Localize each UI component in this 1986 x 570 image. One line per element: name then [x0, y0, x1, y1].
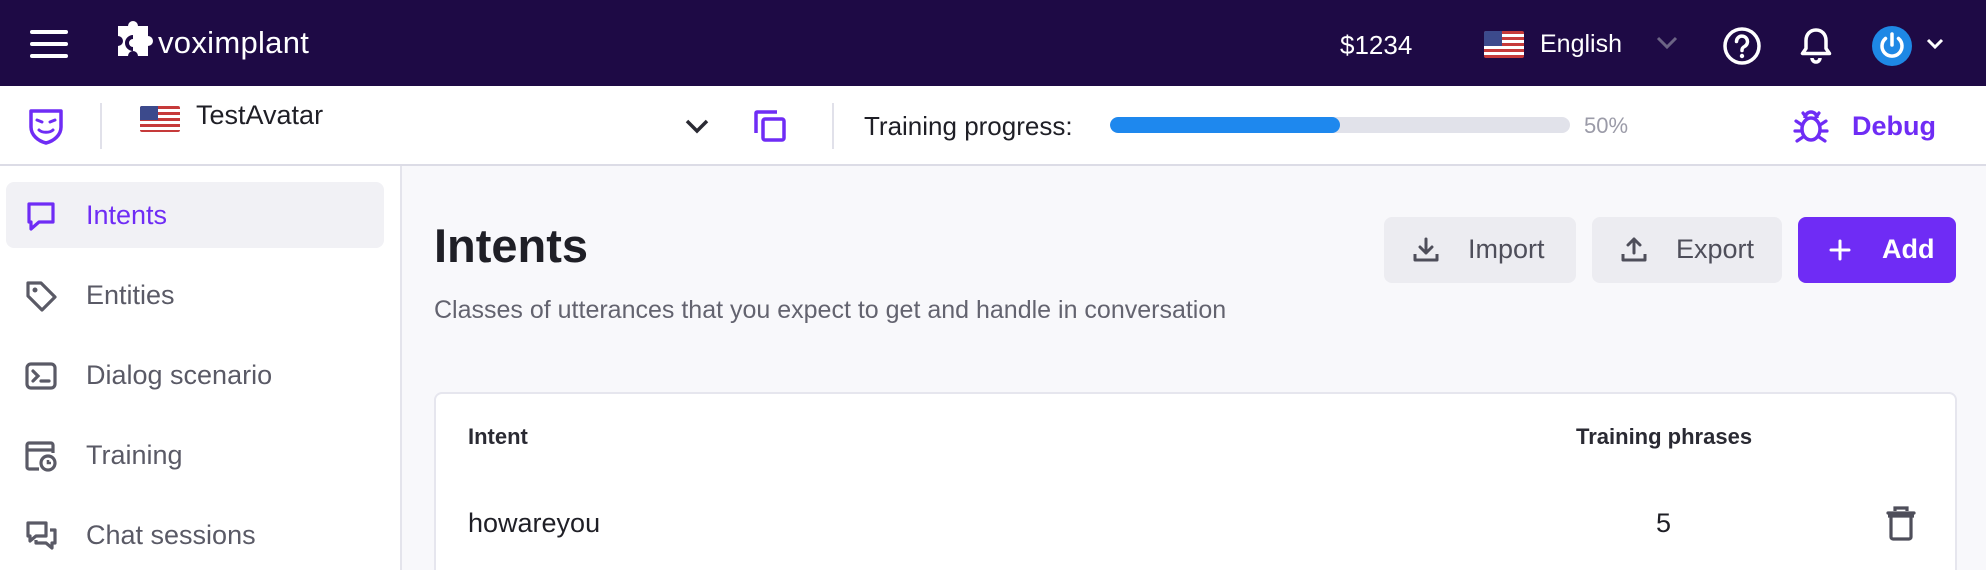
upload-icon — [1621, 237, 1647, 262]
top-bar: voximplant $1234 English — [0, 0, 1986, 86]
column-header-training-phrases[interactable]: Training phrases — [1576, 424, 1752, 450]
sidebar: Intents Entities Dialog scenario Trainin… — [0, 166, 402, 570]
export-label: Export — [1676, 234, 1755, 264]
divider — [100, 103, 102, 149]
us-flag-icon — [1484, 31, 1524, 58]
add-intent-button[interactable]: Add — [1798, 217, 1956, 283]
sidebar-item-entities[interactable]: Entities — [6, 262, 384, 328]
brand[interactable]: voximplant — [108, 20, 309, 66]
intent-name[interactable]: howareyou — [468, 508, 600, 539]
training-progress-label: Training progress: — [864, 111, 1073, 141]
page-title: Intents — [434, 219, 589, 272]
language-label: English — [1540, 30, 1622, 58]
column-header-intent[interactable]: Intent — [468, 424, 528, 450]
project-name: TestAvatar — [196, 99, 324, 130]
menu-icon[interactable] — [30, 30, 68, 58]
debug-button[interactable]: Debug — [1792, 104, 1936, 148]
sidebar-item-label: Intents — [86, 199, 168, 230]
account-balance[interactable]: $1234 — [1340, 30, 1412, 61]
trash-icon[interactable] — [1884, 504, 1918, 542]
terminal-icon — [25, 362, 57, 390]
mask-icon[interactable] — [26, 105, 66, 147]
brand-name: voximplant — [158, 25, 310, 60]
sidebar-item-label: Dialog scenario — [86, 359, 273, 390]
bell-icon[interactable] — [1798, 26, 1834, 64]
chat-bubble-icon — [27, 202, 55, 231]
copy-icon[interactable] — [752, 108, 788, 144]
plus-icon — [1829, 239, 1851, 261]
sidebar-item-label: Chat sessions — [86, 519, 256, 550]
import-label: Import — [1468, 234, 1545, 264]
add-label: Add — [1882, 234, 1935, 264]
page-subtitle: Classes of utterances that you expect to… — [434, 296, 1227, 324]
training-progress-fill — [1110, 117, 1340, 133]
training-progress-bar — [1110, 117, 1570, 133]
bug-icon — [1793, 110, 1829, 143]
export-button[interactable]: Export — [1592, 217, 1782, 283]
chevron-down-icon[interactable] — [684, 118, 710, 134]
training-phrases-count: 5 — [1656, 508, 1672, 538]
help-icon[interactable] — [1722, 26, 1762, 66]
debug-label: Debug — [1852, 110, 1936, 141]
power-avatar-icon[interactable] — [1872, 26, 1912, 66]
us-flag-icon — [140, 106, 180, 132]
intents-table: Intent Training phrases howareyou 5 — [434, 392, 1957, 570]
sidebar-item-label: Training — [86, 439, 183, 470]
sidebar-item-dialog-scenario[interactable]: Dialog scenario — [6, 342, 384, 408]
divider — [832, 103, 834, 149]
project-bar: TestAvatar Training progress: 50% Debug — [0, 86, 1986, 166]
chevron-down-icon[interactable] — [1656, 36, 1678, 50]
language-selector[interactable]: English — [1484, 30, 1622, 59]
chevron-down-icon[interactable] — [1926, 38, 1944, 50]
sidebar-item-label: Entities — [86, 279, 175, 310]
chat-sessions-icon — [26, 521, 57, 550]
tag-icon — [26, 281, 57, 312]
sidebar-item-chat-sessions[interactable]: Chat sessions — [6, 502, 384, 568]
download-icon — [1413, 237, 1439, 262]
voximplant-logo — [118, 21, 153, 56]
training-progress-percent: 50% — [1584, 113, 1629, 138]
project-selector[interactable]: TestAvatar — [140, 100, 323, 132]
sidebar-item-intents[interactable]: Intents — [6, 182, 384, 248]
sidebar-item-training[interactable]: Training — [6, 422, 384, 488]
training-clock-icon — [25, 441, 57, 472]
import-button[interactable]: Import — [1384, 217, 1576, 283]
